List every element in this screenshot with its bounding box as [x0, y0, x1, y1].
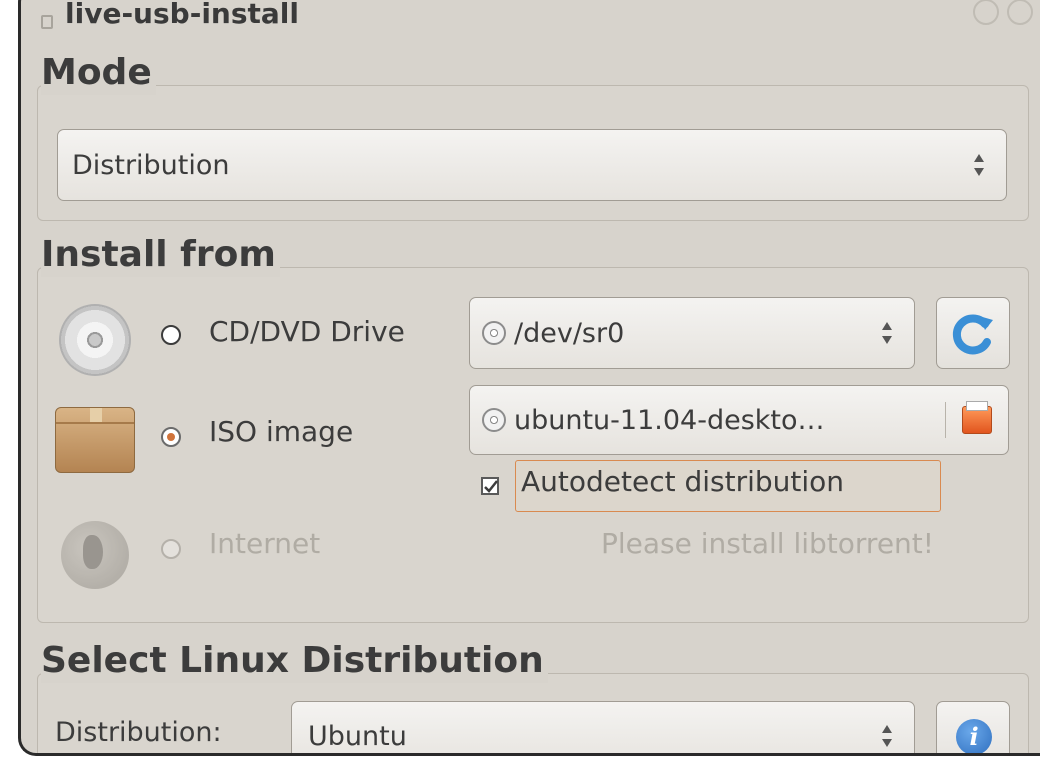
- autodetect-checkbox[interactable]: [481, 477, 499, 495]
- cd-label: CD/DVD Drive: [209, 315, 405, 348]
- refresh-icon: [952, 314, 993, 355]
- folder-open-icon[interactable]: [962, 401, 992, 434]
- distribution-select[interactable]: Ubuntu: [291, 701, 915, 753]
- libtorrent-message: Please install libtorrent!: [601, 527, 935, 560]
- title-bar: live-usb-install: [21, 0, 1040, 31]
- window-title: live-usb-install: [65, 0, 299, 30]
- internet-label: Internet: [209, 527, 321, 560]
- internet-radio[interactable]: [161, 539, 181, 559]
- maximize-button[interactable]: [1007, 0, 1033, 25]
- separator: [945, 402, 946, 438]
- cd-device-value: /dev/sr0: [514, 317, 625, 349]
- spinner-arrows-icon: [882, 725, 892, 747]
- refresh-button[interactable]: [936, 297, 1010, 369]
- cd-device-select[interactable]: /dev/sr0: [469, 297, 915, 369]
- info-icon: i: [956, 719, 992, 753]
- spinner-arrows-icon: [882, 322, 892, 344]
- app-window: live-usb-install Mode Distribution Insta…: [18, 0, 1040, 756]
- info-button[interactable]: i: [936, 701, 1010, 753]
- select-distro-title: Select Linux Distribution: [41, 639, 548, 683]
- checkmark-icon: [484, 480, 498, 493]
- iso-radio[interactable]: [161, 427, 181, 447]
- mode-select-value: Distribution: [72, 149, 230, 181]
- autodetect-label[interactable]: Autodetect distribution: [521, 465, 844, 498]
- cd-small-icon: [482, 408, 506, 432]
- globe-icon: [61, 521, 129, 589]
- app-icon: [41, 15, 53, 29]
- iso-file-picker[interactable]: ubuntu-11.04-deskto…: [469, 385, 1009, 455]
- spinner-arrows-icon: [974, 154, 984, 176]
- cd-small-icon: [482, 321, 506, 345]
- mode-select[interactable]: Distribution: [57, 129, 1007, 201]
- iso-file-value: ubuntu-11.04-deskto…: [514, 404, 825, 436]
- distribution-value: Ubuntu: [308, 720, 407, 752]
- package-box-icon: [55, 407, 135, 473]
- cd-radio[interactable]: [161, 325, 181, 345]
- minimize-button[interactable]: [973, 0, 999, 25]
- cd-disc-icon: [59, 304, 131, 376]
- mode-title: Mode: [41, 51, 156, 95]
- iso-label: ISO image: [209, 415, 354, 448]
- distribution-label: Distribution:: [55, 717, 222, 748]
- install-from-title: Install from: [41, 233, 280, 277]
